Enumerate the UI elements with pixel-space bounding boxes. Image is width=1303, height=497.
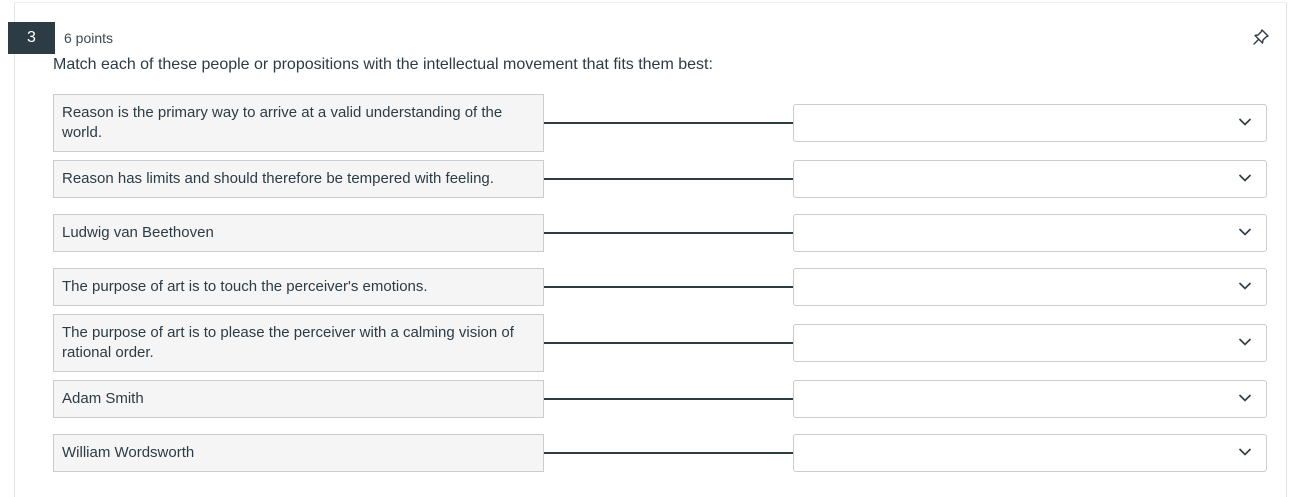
match-prompt-text: William Wordsworth [62,444,195,461]
match-prompt-box: The purpose of art is to touch the perce… [53,268,544,306]
chevron-down-icon [1238,394,1252,402]
match-prompt-box: Reason has limits and should therefore b… [53,160,544,198]
match-row: Reason is the primary way to arrive at a… [53,94,1267,152]
chevron-down-icon [1238,448,1252,456]
match-row: The purpose of art is to please the perc… [53,314,1267,372]
match-answer-select[interactable] [793,434,1267,472]
match-connector-line [544,398,794,400]
chevron-down-icon [1238,174,1252,182]
match-connector-line [544,286,794,288]
match-answer-select[interactable] [793,160,1267,198]
match-answer-select[interactable] [793,380,1267,418]
match-answer-select[interactable] [793,214,1267,252]
match-row: Ludwig van Beethoven [53,214,1267,252]
chevron-down-icon [1238,228,1252,236]
match-prompt-text: Adam Smith [62,390,144,407]
match-answer-select[interactable] [793,104,1267,142]
match-prompt-text: The purpose of art is to please the perc… [62,324,514,361]
chevron-down-icon [1238,118,1252,126]
match-prompt-box: Reason is the primary way to arrive at a… [53,94,544,152]
question-points: 6 points [64,30,114,46]
chevron-down-icon [1238,338,1252,346]
match-row: William Wordsworth [53,434,1267,472]
match-prompt-box: Ludwig van Beethoven [53,214,544,252]
pin-icon[interactable] [1251,27,1271,47]
question-number-badge: 3 [8,22,55,54]
chevron-down-icon [1238,282,1252,290]
match-row: Adam Smith [53,380,1267,418]
question-prompt: Match each of these people or propositio… [53,56,713,73]
match-connector-line [544,178,794,180]
match-connector-line [544,342,794,344]
quiz-page: 3 6 points Match each of these people or… [0,0,1303,497]
match-prompt-text: Ludwig van Beethoven [62,224,214,241]
match-connector-line [544,232,794,234]
match-row: The purpose of art is to touch the perce… [53,268,1267,306]
match-prompt-box: Adam Smith [53,380,544,418]
question-number: 3 [27,29,36,46]
match-prompt-box: The purpose of art is to please the perc… [53,314,544,372]
match-prompt-text: The purpose of art is to touch the perce… [62,278,428,295]
match-prompt-text: Reason has limits and should therefore b… [62,170,494,187]
match-prompt-box: William Wordsworth [53,434,544,472]
match-answer-select[interactable] [793,268,1267,306]
match-prompt-text: Reason is the primary way to arrive at a… [62,104,503,141]
match-row: Reason has limits and should therefore b… [53,160,1267,198]
match-answer-select[interactable] [793,324,1267,362]
match-connector-line [544,452,794,454]
match-connector-line [544,122,794,124]
